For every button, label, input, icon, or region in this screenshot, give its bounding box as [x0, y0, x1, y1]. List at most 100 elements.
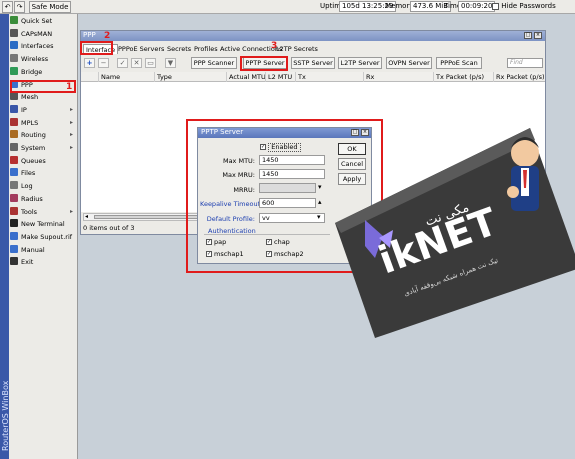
- sidebar-item-label: New Terminal: [21, 220, 65, 229]
- ppp-titlebar: PPP □ ×: [81, 31, 545, 41]
- column-header-actual-mtu[interactable]: Actual MTU: [226, 72, 266, 82]
- comment-icon[interactable]: ▭: [145, 58, 156, 68]
- tab-profiles[interactable]: Profiles: [192, 44, 220, 54]
- submenu-arrow-icon: ▸: [69, 144, 73, 151]
- checkbox-icon: [492, 2, 499, 10]
- sidebar-item-radius[interactable]: Radius: [10, 193, 76, 205]
- add-icon[interactable]: +: [84, 58, 95, 68]
- time-value: 00:09:20: [458, 1, 496, 12]
- column-header-rx-packet-p-s-[interactable]: Rx Packet (p/s): [493, 72, 545, 82]
- l2tp-server-button[interactable]: L2TP Server: [338, 57, 382, 69]
- grid-header: Name Type Actual MTU L2 MTU Tx Rx Tx Packet (p…: [81, 72, 545, 82]
- sidebar-item-label: Files: [21, 169, 36, 178]
- safe-mode-button[interactable]: Safe Mode: [29, 1, 71, 13]
- sidebar-item-quick-set[interactable]: Quick Set: [10, 15, 76, 27]
- top-toolbar: ↶ ↷ Safe Mode Uptime: 105d 13:25:29 Memo…: [0, 0, 575, 14]
- sidebar-item-routing[interactable]: Routing ▸: [10, 129, 76, 141]
- quick-set-icon: [10, 16, 18, 24]
- sidebar-item-log[interactable]: Log: [10, 180, 76, 192]
- hide-passwords-label: Hide Passwords: [501, 2, 556, 10]
- hide-passwords-checkbox[interactable]: Hide Passwords: [492, 2, 556, 10]
- exit-icon: [10, 257, 18, 266]
- column-header-l2-mtu[interactable]: L2 MTU: [265, 72, 295, 82]
- sidebar-item-bridge[interactable]: Bridge: [10, 66, 76, 78]
- maximize-icon[interactable]: □: [524, 32, 532, 39]
- routing-icon: [10, 130, 18, 139]
- remove-icon[interactable]: −: [98, 58, 109, 68]
- sidebar-item-make-supout-rif[interactable]: Make Supout.rif: [10, 231, 76, 243]
- filter-icon[interactable]: ▼: [165, 58, 176, 68]
- ppp-scanner-button[interactable]: PPP Scanner: [191, 57, 237, 69]
- sidebar-item-system[interactable]: System ▸: [10, 142, 76, 154]
- interface-tab-highlight: [80, 41, 113, 55]
- radius-icon: [10, 193, 18, 202]
- column-header-tx[interactable]: Tx: [295, 72, 363, 82]
- files-icon: [10, 168, 18, 177]
- sidebar-item-label: System: [21, 144, 46, 152]
- sidebar-item-label: CAPsMAN: [21, 29, 53, 38]
- submenu-arrow-icon: ▸: [69, 105, 73, 113]
- sstp-server-button[interactable]: SSTP Server: [291, 57, 335, 69]
- sidebar-item-exit[interactable]: Exit: [10, 256, 76, 268]
- manual-icon: [10, 244, 18, 253]
- sidebar-item-label: Queues: [21, 156, 46, 165]
- ppp-toolbar: + − ✓ ✕ ▭ ▼ PPP Scanner PPTP Server SSTP S…: [81, 55, 545, 71]
- column-header-tx-packet-p-s-[interactable]: Tx Packet (p/s): [433, 72, 493, 82]
- find-input[interactable]: Find: [507, 58, 543, 68]
- sidebar-item-tools[interactable]: Tools ▸: [10, 206, 76, 218]
- tab-secrets[interactable]: Secrets: [165, 44, 193, 54]
- sidebar-item-label: Wireless: [21, 55, 49, 64]
- sidebar-item-interfaces[interactable]: Interfaces: [10, 40, 76, 52]
- sidebar-item-label: Mesh: [21, 93, 39, 102]
- log-icon: [10, 181, 18, 190]
- terminal-icon: [10, 219, 18, 228]
- tab-pppoe-servers[interactable]: PPPoE Servers: [116, 44, 166, 54]
- step-1-annotation: 1: [66, 82, 73, 92]
- interfaces-icon: [10, 41, 18, 50]
- column-header-rx[interactable]: Rx: [363, 72, 433, 82]
- tiknet-logo-banner: ikNET مکی نت تیک نت همراه شبکه بی‌وقفه آ…: [335, 128, 575, 338]
- sidebar-item-ip[interactable]: IP ▸: [10, 104, 76, 116]
- step-2-annotation: 2: [104, 31, 111, 41]
- ppp-window-title: PPP: [83, 31, 96, 39]
- sidebar-item-label: Radius: [21, 194, 43, 203]
- sidebar-item-queues[interactable]: Queues: [10, 155, 76, 167]
- column-header-name[interactable]: Name: [98, 72, 154, 82]
- sidebar-item-label: Quick Set: [21, 17, 53, 25]
- sidebar-item-files[interactable]: Files: [10, 167, 76, 179]
- close-icon[interactable]: ×: [534, 32, 542, 39]
- sidebar-item-label: Bridge: [21, 67, 43, 76]
- queues-icon: [10, 155, 18, 164]
- capsman-icon: [10, 28, 18, 37]
- submenu-arrow-icon: ▸: [69, 118, 73, 126]
- column-header-type[interactable]: Type: [154, 72, 226, 82]
- sidebar-item-label: IP: [21, 105, 27, 114]
- sidebar-item-wireless[interactable]: Wireless: [10, 53, 76, 65]
- sidebar-item-manual[interactable]: Manual: [10, 244, 76, 256]
- disable-icon[interactable]: ✕: [131, 58, 142, 68]
- supout-icon: [10, 231, 18, 240]
- sidebar-item-mpls[interactable]: MPLS ▸: [10, 117, 76, 129]
- ovpn-server-button[interactable]: OVPN Server: [386, 57, 432, 69]
- brand-strip: RouterOS WinBox: [0, 14, 10, 459]
- enable-icon[interactable]: ✓: [117, 58, 128, 68]
- ip-icon: [10, 104, 18, 113]
- tab-l2tp-secrets[interactable]: L2TP Secrets: [274, 44, 320, 54]
- scroll-left-icon[interactable]: ◂: [85, 213, 88, 220]
- submenu-arrow-icon: ▸: [69, 207, 73, 215]
- undo-icon[interactable]: ↶: [2, 1, 13, 13]
- items-status: 0 items out of 3: [83, 224, 135, 232]
- sidebar-item-new-terminal[interactable]: New Terminal: [10, 218, 76, 230]
- submenu-arrow-icon: ▸: [69, 131, 73, 139]
- sidebar-item-label: Interfaces: [21, 42, 54, 51]
- step-3-annotation: 3: [271, 41, 278, 51]
- sidebar-item-label: Tools: [21, 207, 38, 216]
- mpls-icon: [10, 117, 18, 126]
- system-icon: [10, 143, 18, 151]
- tools-icon: [10, 206, 18, 215]
- redo-icon[interactable]: ↷: [14, 1, 25, 13]
- sidebar-item-label: Log: [21, 182, 33, 191]
- sidebar-item-capsman[interactable]: CAPsMAN: [10, 28, 76, 40]
- sidebar-item-label: MPLS: [21, 118, 39, 127]
- pppoe-scan-button[interactable]: PPPoE Scan: [436, 57, 482, 69]
